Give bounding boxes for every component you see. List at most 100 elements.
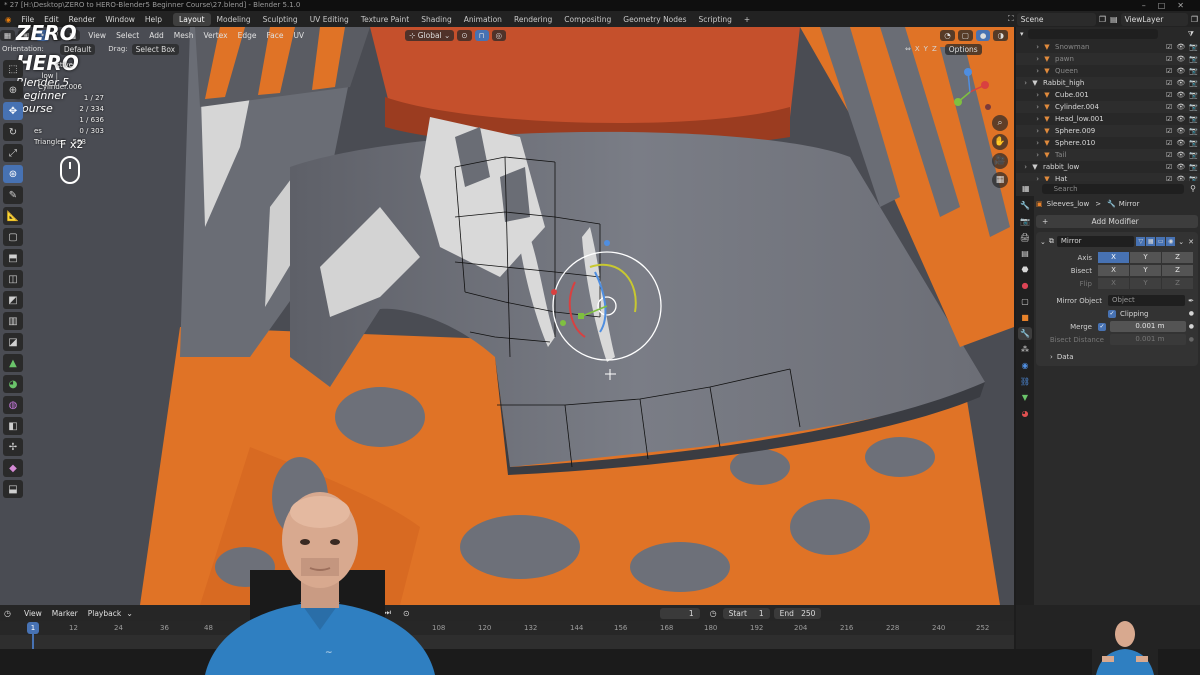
ortho-grid-icon[interactable]: ▦ xyxy=(992,172,1008,188)
render-tab-icon[interactable]: 📷 xyxy=(1018,215,1032,228)
checkbox-icon[interactable]: ☑ xyxy=(1166,41,1172,53)
menu-vertex[interactable]: Vertex xyxy=(198,31,232,40)
eye-icon[interactable]: 👁 xyxy=(1176,137,1185,149)
minimize-icon[interactable]: – xyxy=(1142,1,1158,10)
menu-window[interactable]: Window xyxy=(100,15,140,24)
filter-icon[interactable]: ▾ xyxy=(1020,28,1024,40)
menu-view[interactable]: View xyxy=(83,31,111,40)
outliner-item[interactable]: › ▼ Snowman ☑ 👁 📷 xyxy=(1016,41,1200,53)
eye-icon[interactable]: 👁 xyxy=(1176,125,1185,137)
edge-slide-tool[interactable]: ◧ xyxy=(3,417,23,435)
tab-uv-editing[interactable]: UV Editing xyxy=(304,13,355,26)
outliner-item-name[interactable]: Tail xyxy=(1055,149,1164,161)
overlay-button[interactable]: ◔ xyxy=(940,29,955,41)
checkbox-icon[interactable]: ☑ xyxy=(1166,149,1172,161)
menu-help[interactable]: Help xyxy=(140,15,167,24)
transform-orientation-dropdown[interactable]: ⊹ Global ⌄ xyxy=(405,29,455,41)
drag-dropdown[interactable]: Select Box xyxy=(131,43,180,55)
camera-view-icon[interactable]: 🎥 xyxy=(992,153,1008,169)
outliner-item-name[interactable]: Cylinder.004 xyxy=(1055,101,1164,113)
expand-arrow-icon[interactable]: › xyxy=(1016,77,1030,89)
data-subpanel[interactable]: › Data xyxy=(1040,350,1194,363)
outliner-item-name[interactable]: Head_low.001 xyxy=(1055,113,1164,125)
xray-button[interactable]: ▢ xyxy=(957,29,973,41)
outliner-item[interactable]: › ▼ Queen ☑ 👁 📷 xyxy=(1016,65,1200,77)
view-layer-selector[interactable]: ▤ ViewLayer ❐ xyxy=(1110,12,1198,26)
outliner-item-name[interactable]: Sphere.010 xyxy=(1055,137,1164,149)
modifier-name-field[interactable]: Mirror xyxy=(1056,236,1135,247)
expand-arrow-icon[interactable]: › xyxy=(1016,41,1042,53)
tab-rendering[interactable]: Rendering xyxy=(508,13,558,26)
pin-icon[interactable]: ⚲ xyxy=(1190,184,1196,193)
outliner-item[interactable]: › ▼ Cylinder.004 ☑ 👁 📷 xyxy=(1016,101,1200,113)
outliner-item[interactable]: › ▼ Sphere.010 ☑ 👁 📷 xyxy=(1016,137,1200,149)
checkbox-icon[interactable]: ☑ xyxy=(1166,53,1172,65)
poly-build-tool[interactable]: ▲ xyxy=(3,354,23,372)
camera-icon[interactable]: 📷 xyxy=(1189,41,1198,53)
copy-icon[interactable]: ❐ xyxy=(1099,15,1106,24)
scene-name[interactable]: Scene xyxy=(1016,12,1096,26)
outliner-item[interactable]: › ▼ Sphere.009 ☑ 👁 📷 xyxy=(1016,125,1200,137)
eye-icon[interactable]: 👁 xyxy=(1176,65,1185,77)
object-tab-icon[interactable]: ■ xyxy=(1018,311,1032,324)
camera-icon[interactable]: 📷 xyxy=(1189,161,1198,173)
scene-selector[interactable]: ⛶ Scene ❐ xyxy=(1008,12,1106,26)
zoom-icon[interactable]: ⌕ xyxy=(992,115,1008,131)
eye-icon[interactable]: 👁 xyxy=(1176,41,1185,53)
timeline-menu-playback[interactable]: Playback xyxy=(83,609,126,618)
camera-icon[interactable]: 📷 xyxy=(1189,101,1198,113)
material-tab-icon[interactable]: ◕ xyxy=(1018,407,1032,420)
outliner-item-name[interactable]: pawn xyxy=(1055,53,1164,65)
checkbox-icon[interactable]: ☑ xyxy=(1166,77,1172,89)
tab-layout[interactable]: Layout xyxy=(173,12,211,26)
tool-tab-icon[interactable]: 🔧 xyxy=(1018,199,1032,212)
properties-search-input[interactable]: Search xyxy=(1041,183,1185,194)
camera-icon[interactable]: 📷 xyxy=(1189,125,1198,137)
close-icon[interactable]: ✕ xyxy=(1177,1,1196,10)
outliner-item[interactable]: › ▼ Rabbit_high ☑ 👁 📷 xyxy=(1016,77,1200,89)
tab-texture-paint[interactable]: Texture Paint xyxy=(355,13,415,26)
editor-type-button[interactable]: ▦ xyxy=(0,29,16,41)
rotate-tool[interactable]: ↻ xyxy=(3,123,23,141)
outliner-item[interactable]: › ▼ rabbit_low ☑ 👁 📷 xyxy=(1016,161,1200,173)
add-modifier-button[interactable]: + Add Modifier xyxy=(1036,215,1198,228)
eye-icon[interactable]: 👁 xyxy=(1176,89,1185,101)
data-tab-icon[interactable]: ▼ xyxy=(1018,391,1032,404)
tab-geometry-nodes[interactable]: Geometry Nodes xyxy=(617,13,692,26)
inset-tool[interactable]: ◫ xyxy=(3,270,23,288)
expand-arrow-icon[interactable]: › xyxy=(1016,89,1042,101)
select-box-tool[interactable]: ⬚ xyxy=(3,60,23,78)
world-tab-icon[interactable]: ● xyxy=(1018,279,1032,292)
annotate-tool[interactable]: ✎ xyxy=(3,186,23,204)
3d-viewport[interactable] xyxy=(0,27,1014,605)
rip-tool[interactable]: ⬓ xyxy=(3,480,23,498)
tab-compositing[interactable]: Compositing xyxy=(558,13,617,26)
checkbox-icon[interactable]: ☑ xyxy=(1166,113,1172,125)
shrink-fatten-tool[interactable]: ✢ xyxy=(3,438,23,456)
menu-face[interactable]: Face xyxy=(261,31,288,40)
scene-tab-icon[interactable]: ⬣ xyxy=(1018,263,1032,276)
camera-icon[interactable]: 📷 xyxy=(1189,137,1198,149)
outliner-item[interactable]: › ▼ Tail ☑ 👁 📷 xyxy=(1016,149,1200,161)
shear-tool[interactable]: ◆ xyxy=(3,459,23,477)
measure-tool[interactable]: 📐 xyxy=(3,207,23,225)
onCage-toggle-icon[interactable]: ▦ xyxy=(1146,237,1156,246)
spin-tool[interactable]: ◕ xyxy=(3,375,23,393)
keyframe-dot-icon[interactable]: ● xyxy=(1189,310,1194,317)
flip-x-toggle[interactable]: X xyxy=(1098,278,1129,289)
checkbox-icon[interactable]: ☑ xyxy=(1166,137,1172,149)
timeline-menu-marker[interactable]: Marker xyxy=(47,609,83,618)
checkbox-icon[interactable]: ☑ xyxy=(1166,101,1172,113)
modifier-tab-icon[interactable]: 🔧 xyxy=(1018,327,1032,340)
pivot-point-button[interactable]: ⊙ xyxy=(457,29,472,41)
render-toggle-icon[interactable]: ◉ xyxy=(1166,237,1176,246)
axis-z-toggle[interactable]: Z xyxy=(1162,252,1193,263)
camera-icon[interactable]: 📷 xyxy=(1189,65,1198,77)
tab-scripting[interactable]: Scripting xyxy=(693,13,738,26)
expand-arrow-icon[interactable]: › xyxy=(1016,113,1042,125)
timeline-menu-view[interactable]: View xyxy=(19,609,47,618)
smooth-tool[interactable]: ◍ xyxy=(3,396,23,414)
keyframe-dot-icon[interactable]: ● xyxy=(1189,336,1194,343)
menu-select[interactable]: Select xyxy=(111,31,144,40)
outliner-item[interactable]: › ▼ pawn ☑ 👁 📷 xyxy=(1016,53,1200,65)
